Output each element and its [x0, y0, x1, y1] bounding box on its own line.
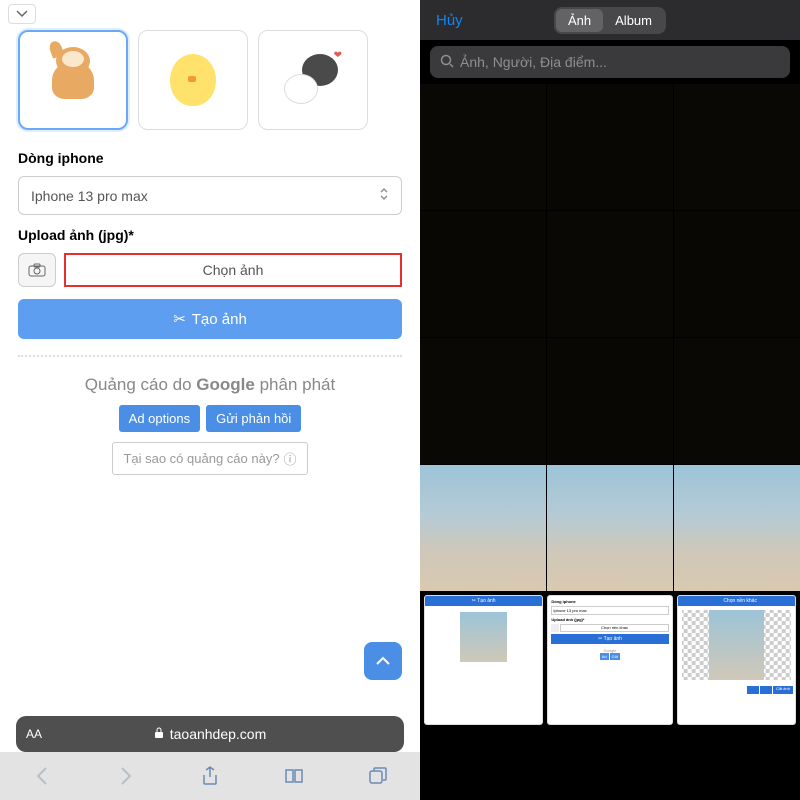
photo-thumb[interactable]	[547, 338, 673, 464]
search-placeholder: Ảnh, Người, Địa điểm...	[460, 54, 607, 70]
scroll-top-button[interactable]	[364, 642, 402, 680]
scissors-icon: ✂	[173, 310, 186, 328]
photo-thumb[interactable]	[674, 465, 800, 591]
create-image-button[interactable]: ✂ Tạo ảnh	[18, 299, 402, 339]
search-bar[interactable]: Ảnh, Người, Địa điểm...	[430, 46, 790, 78]
seg-photos[interactable]: Ảnh	[556, 9, 603, 32]
share-button[interactable]	[200, 766, 220, 786]
phone-model-value: Iphone 13 pro max	[31, 188, 148, 204]
bookmarks-button[interactable]	[284, 766, 304, 786]
photo-picker-panel: Hủy Ảnh Album Ảnh, Người, Địa điểm... ✂ …	[420, 0, 800, 800]
photo-thumb[interactable]	[674, 84, 800, 210]
seg-albums[interactable]: Album	[603, 9, 664, 32]
screenshot-thumb[interactable]: 👤 Chọn nền khác Cắt ảnh	[677, 595, 796, 725]
segment-control: Ảnh Album	[554, 7, 666, 34]
ad-feedback-button[interactable]: Gửi phản hồi	[206, 405, 301, 432]
cancel-button[interactable]: Hủy	[436, 12, 463, 29]
photo-thumb[interactable]	[674, 211, 800, 337]
screenshot-thumb[interactable]: ✂ Tạo ảnh	[424, 595, 543, 725]
choose-image-button[interactable]: Chọn ảnh	[64, 253, 402, 287]
screenshot-thumb[interactable]: Dòng iphone Iphone 13 pro max Upload ảnh…	[547, 595, 672, 725]
create-image-label: Tạo ảnh	[192, 311, 247, 328]
camera-button[interactable]	[18, 253, 56, 287]
ad-button-row: Ad options Gửi phản hồi	[28, 405, 392, 432]
ad-options-button[interactable]: Ad options	[119, 405, 200, 432]
sticker-dog[interactable]	[18, 30, 128, 130]
photo-thumb[interactable]	[420, 465, 546, 591]
ad-title: Quảng cáo do Google phân phát	[28, 375, 392, 395]
lock-icon	[154, 726, 164, 742]
photo-grid	[420, 84, 800, 591]
domain-text: taoanhdep.com	[170, 726, 267, 742]
sticker-chick[interactable]	[138, 30, 248, 130]
ad-why-button[interactable]: Tại sao có quảng cáo này? ⓘ	[112, 442, 307, 475]
photo-thumb[interactable]	[420, 211, 546, 337]
tabs-button[interactable]	[368, 766, 388, 786]
photo-thumb[interactable]	[547, 211, 673, 337]
select-chevron-icon	[379, 187, 389, 204]
safari-address-bar[interactable]: AA taoanhdep.com	[16, 716, 404, 752]
search-icon	[440, 54, 454, 71]
choose-image-label: Chọn ảnh	[203, 262, 264, 278]
collapse-button[interactable]	[8, 4, 36, 24]
sticker-cats[interactable]: ❤	[258, 30, 368, 130]
back-button[interactable]	[32, 766, 52, 786]
info-icon: ⓘ	[284, 449, 297, 468]
photo-thumb[interactable]	[547, 84, 673, 210]
sticker-row: ❤	[0, 20, 420, 144]
ad-box: Quảng cáo do Google phân phát Ad options…	[18, 355, 402, 485]
screenshot-thumb-row: ✂ Tạo ảnh Dòng iphone Iphone 13 pro max …	[420, 591, 800, 729]
upload-label: Upload ảnh (jpg)*	[0, 221, 420, 247]
phone-model-select[interactable]: Iphone 13 pro max	[18, 176, 402, 215]
upload-row: Chọn ảnh	[18, 253, 402, 287]
safari-toolbar	[0, 752, 420, 800]
photo-thumb[interactable]	[674, 338, 800, 464]
phone-line-label: Dòng iphone	[0, 144, 420, 170]
forward-button[interactable]	[116, 766, 136, 786]
photo-thumb[interactable]	[420, 84, 546, 210]
picker-header: Hủy Ảnh Album	[420, 0, 800, 40]
photo-thumb[interactable]	[547, 465, 673, 591]
reader-button[interactable]: AA	[26, 727, 42, 741]
webpage-panel: ❤ Dòng iphone Iphone 13 pro max Upload ả…	[0, 0, 420, 800]
photo-thumb[interactable]	[420, 338, 546, 464]
